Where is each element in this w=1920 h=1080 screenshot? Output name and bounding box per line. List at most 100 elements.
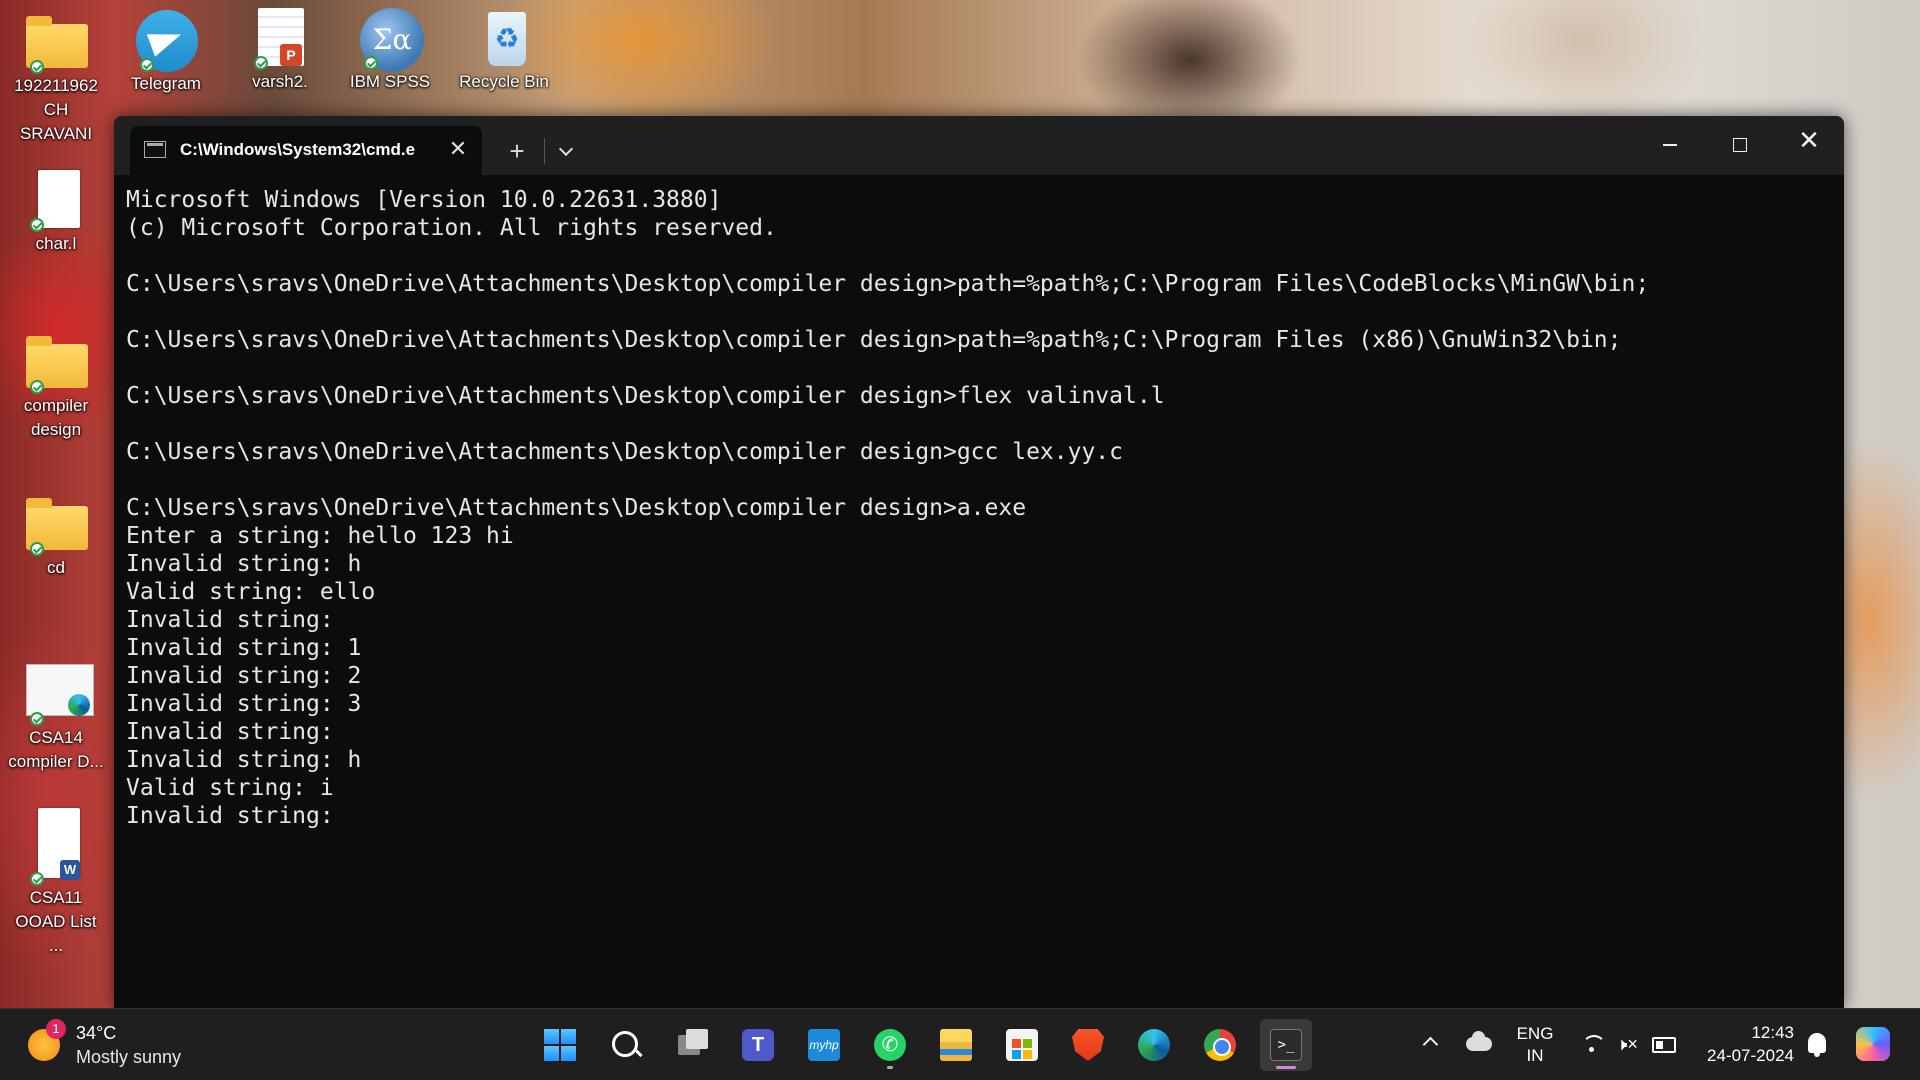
taskbar: 1 34°C Mostly sunny T myhp ✆ >_ ENG IN 🕨… xyxy=(0,1008,1920,1080)
task-view-icon xyxy=(676,1029,708,1061)
language-indicator[interactable]: ENG IN xyxy=(1510,1023,1560,1067)
console-line: Invalid string: h xyxy=(126,551,362,577)
word-icon: W xyxy=(60,860,80,880)
search-button[interactable] xyxy=(600,1019,652,1071)
sync-status-icon xyxy=(364,56,378,70)
desktop-icon-label: IBM SPSS xyxy=(349,72,431,91)
edge-icon xyxy=(68,694,90,716)
desktop-icon-cd[interactable]: cd xyxy=(6,494,106,580)
console-line: Enter a string: hello 123 hi xyxy=(126,523,514,549)
running-indicator xyxy=(887,1066,893,1069)
console-line: Invalid string: 2 xyxy=(126,663,362,689)
tab-divider xyxy=(544,138,545,164)
console-line: C:\Users\sravs\OneDrive\Attachments\Desk… xyxy=(126,383,1165,409)
new-tab-button[interactable]: + xyxy=(502,136,532,166)
chrome-app[interactable] xyxy=(1194,1019,1246,1071)
desktop-icon-char-l[interactable]: char.l xyxy=(6,170,106,256)
show-hidden-icons-chevron-icon[interactable] xyxy=(1420,1033,1440,1053)
desktop-icon-label: CSA11 OOAD List ... xyxy=(15,888,97,955)
teams-app[interactable]: T xyxy=(732,1019,784,1071)
file-explorer-icon xyxy=(940,1029,972,1061)
console-line: (c) Microsoft Corporation. All rights re… xyxy=(126,215,777,241)
console-line: Invalid string: xyxy=(126,719,334,745)
console-line: Invalid string: 3 xyxy=(126,691,362,717)
teams-icon: T xyxy=(742,1029,774,1061)
minimize-button[interactable] xyxy=(1634,116,1704,164)
copilot-icon[interactable] xyxy=(1856,1027,1890,1061)
microsoft-store-app[interactable] xyxy=(996,1019,1048,1071)
volume-muted-icon[interactable]: 🕨× xyxy=(1616,1033,1646,1055)
tab-close-button[interactable]: ✕ xyxy=(446,137,470,161)
sync-status-icon xyxy=(140,58,154,72)
desktop-icon-label: 192211962 CH SRAVANI xyxy=(14,76,98,143)
console-line: Invalid string: 1 xyxy=(126,635,362,661)
sync-status-icon xyxy=(254,56,268,70)
brave-icon xyxy=(1072,1029,1104,1061)
sync-status-icon xyxy=(30,380,44,394)
desktop-icon-label: CSA14 compiler D... xyxy=(8,728,104,771)
desktop-icon-csa14[interactable]: CSA14 compiler D... xyxy=(6,664,106,774)
tab-cmd[interactable]: C:\Windows\System32\cmd.e ✕ xyxy=(130,126,482,175)
start-button[interactable] xyxy=(534,1019,586,1071)
console-line: C:\Users\sravs\OneDrive\Attachments\Desk… xyxy=(126,439,1123,465)
console-line: C:\Users\sravs\OneDrive\Attachments\Desk… xyxy=(126,271,1650,297)
console-line: C:\Users\sravs\OneDrive\Attachments\Desk… xyxy=(126,495,1027,521)
battery-icon[interactable] xyxy=(1652,1037,1676,1053)
clock-date: 24-07-2024 xyxy=(1707,1046,1794,1065)
cmd-icon xyxy=(144,141,166,158)
whatsapp-icon: ✆ xyxy=(874,1029,906,1061)
desktop-icon-compiler-design[interactable]: compiler design xyxy=(6,332,106,442)
console-line: Invalid string: xyxy=(126,607,334,633)
sync-status-icon xyxy=(30,712,44,726)
edge-icon xyxy=(1138,1029,1170,1061)
console-line: Valid string: i xyxy=(126,775,334,801)
whatsapp-app[interactable]: ✆ xyxy=(864,1019,916,1071)
desktop-icon-sravani-folder[interactable]: 192211962 CH SRAVANI xyxy=(6,12,106,146)
language-code: ENG xyxy=(1516,1024,1554,1043)
sync-status-icon xyxy=(30,60,44,74)
sync-status-icon xyxy=(30,218,44,232)
edge-app[interactable] xyxy=(1128,1019,1180,1071)
clock[interactable]: 12:43 24-07-2024 xyxy=(1690,1021,1794,1067)
terminal-icon: >_ xyxy=(1270,1029,1302,1061)
close-button[interactable]: ✕ xyxy=(1774,116,1844,164)
task-view-button[interactable] xyxy=(666,1019,718,1071)
active-indicator xyxy=(1276,1066,1296,1069)
terminal-window: C:\Windows\System32\cmd.e ✕ + ✕ Microsof… xyxy=(114,116,1844,1008)
desktop-icon-recycle-bin[interactable]: ♻ Recycle Bin xyxy=(454,8,554,94)
clock-time: 12:43 xyxy=(1751,1023,1794,1042)
onedrive-cloud-icon[interactable] xyxy=(1466,1031,1492,1051)
desktop-icon-telegram[interactable]: Telegram xyxy=(116,10,216,96)
notification-badge: 1 xyxy=(46,1019,66,1039)
tab-dropdown-button[interactable] xyxy=(554,140,578,164)
myhp-icon: myhp xyxy=(808,1029,840,1061)
desktop-icon-label: Telegram xyxy=(131,74,201,93)
desktop-icon-label: char.l xyxy=(35,234,77,253)
notification-bell-icon[interactable] xyxy=(1808,1033,1826,1057)
region-code: IN xyxy=(1526,1046,1544,1065)
console-line: Valid string: ello xyxy=(126,579,376,605)
desktop-icon-varsh2[interactable]: P varsh2. xyxy=(230,8,330,94)
console-line: Microsoft Windows [Version 10.0.22631.38… xyxy=(126,187,722,213)
desktop-icon-csa11[interactable]: W CSA11 OOAD List ... xyxy=(6,808,106,958)
desktop-icon-label: compiler design xyxy=(23,396,89,439)
desktop-icon-ibm-spss[interactable]: Σα IBM SPSS xyxy=(340,8,440,94)
console-output[interactable]: Microsoft Windows [Version 10.0.22631.38… xyxy=(126,186,1826,996)
title-bar[interactable]: C:\Windows\System32\cmd.e ✕ + ✕ xyxy=(114,116,1844,175)
tab-title: C:\Windows\System32\cmd.e xyxy=(180,140,416,159)
myhp-app[interactable]: myhp xyxy=(798,1019,850,1071)
sync-status-icon xyxy=(30,872,44,886)
weather-description: Mostly sunny xyxy=(76,1047,182,1067)
file-explorer-app[interactable] xyxy=(930,1019,982,1071)
terminal-app[interactable]: >_ xyxy=(1260,1019,1312,1071)
brave-app[interactable] xyxy=(1062,1019,1114,1071)
store-icon xyxy=(1006,1029,1038,1061)
chrome-icon xyxy=(1204,1029,1236,1061)
console-line: C:\Users\sravs\OneDrive\Attachments\Desk… xyxy=(126,327,1622,353)
maximize-button[interactable] xyxy=(1704,116,1774,164)
weather-widget[interactable]: 1 34°C Mostly sunny xyxy=(28,1019,208,1071)
wifi-icon[interactable] xyxy=(1580,1035,1606,1055)
windows-start-icon xyxy=(544,1029,576,1061)
